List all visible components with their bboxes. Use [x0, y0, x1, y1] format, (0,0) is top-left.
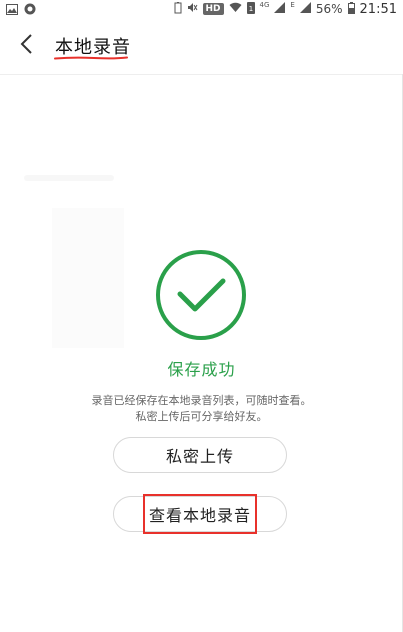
network-type-1: 4G [259, 1, 270, 9]
screen: HD 1 4G E 56% 21:51 本地录音 保存成功 录音已经保存在本地录… [0, 0, 403, 632]
success-title: 保存成功 [167, 360, 236, 379]
background-placeholder-block [52, 208, 124, 348]
view-local-recordings-button[interactable]: 查看本地录音 [113, 496, 287, 532]
description-line-2: 私密上传后可分享给好友。 [135, 410, 268, 423]
signal-icon [274, 2, 286, 16]
app-header: 本地录音 [0, 18, 403, 75]
background-placeholder-line [24, 175, 114, 181]
hd-badge: HD [202, 3, 224, 15]
signal-icon [299, 2, 311, 16]
clock: 21:51 [359, 1, 397, 17]
status-bar: HD 1 4G E 56% 21:51 [0, 0, 403, 18]
back-button[interactable] [10, 30, 42, 62]
success-description: 录音已经保存在本地录音列表，可随时查看。 私密上传后可分享给好友。 [0, 393, 403, 425]
network-type-2: E [290, 1, 295, 9]
sim-1-icon: 1 [246, 1, 255, 17]
app-icon [24, 0, 36, 19]
status-bar-right: HD 1 4G E 56% 21:51 [174, 1, 397, 17]
wifi-icon [229, 2, 242, 16]
title-underline-annotation [54, 56, 128, 60]
battery-icon [347, 1, 355, 17]
description-line-1: 录音已经保存在本地录音列表，可随时查看。 [91, 394, 312, 407]
check-circle-icon [156, 250, 246, 340]
chevron-left-icon [19, 33, 33, 59]
private-upload-button[interactable]: 私密上传 [113, 437, 287, 473]
image-icon [6, 0, 18, 19]
battery-saver-icon [174, 1, 182, 17]
svg-text:1: 1 [248, 5, 252, 13]
mute-icon [187, 2, 198, 16]
battery-percent: 56% [315, 2, 343, 16]
status-bar-left [6, 2, 36, 16]
